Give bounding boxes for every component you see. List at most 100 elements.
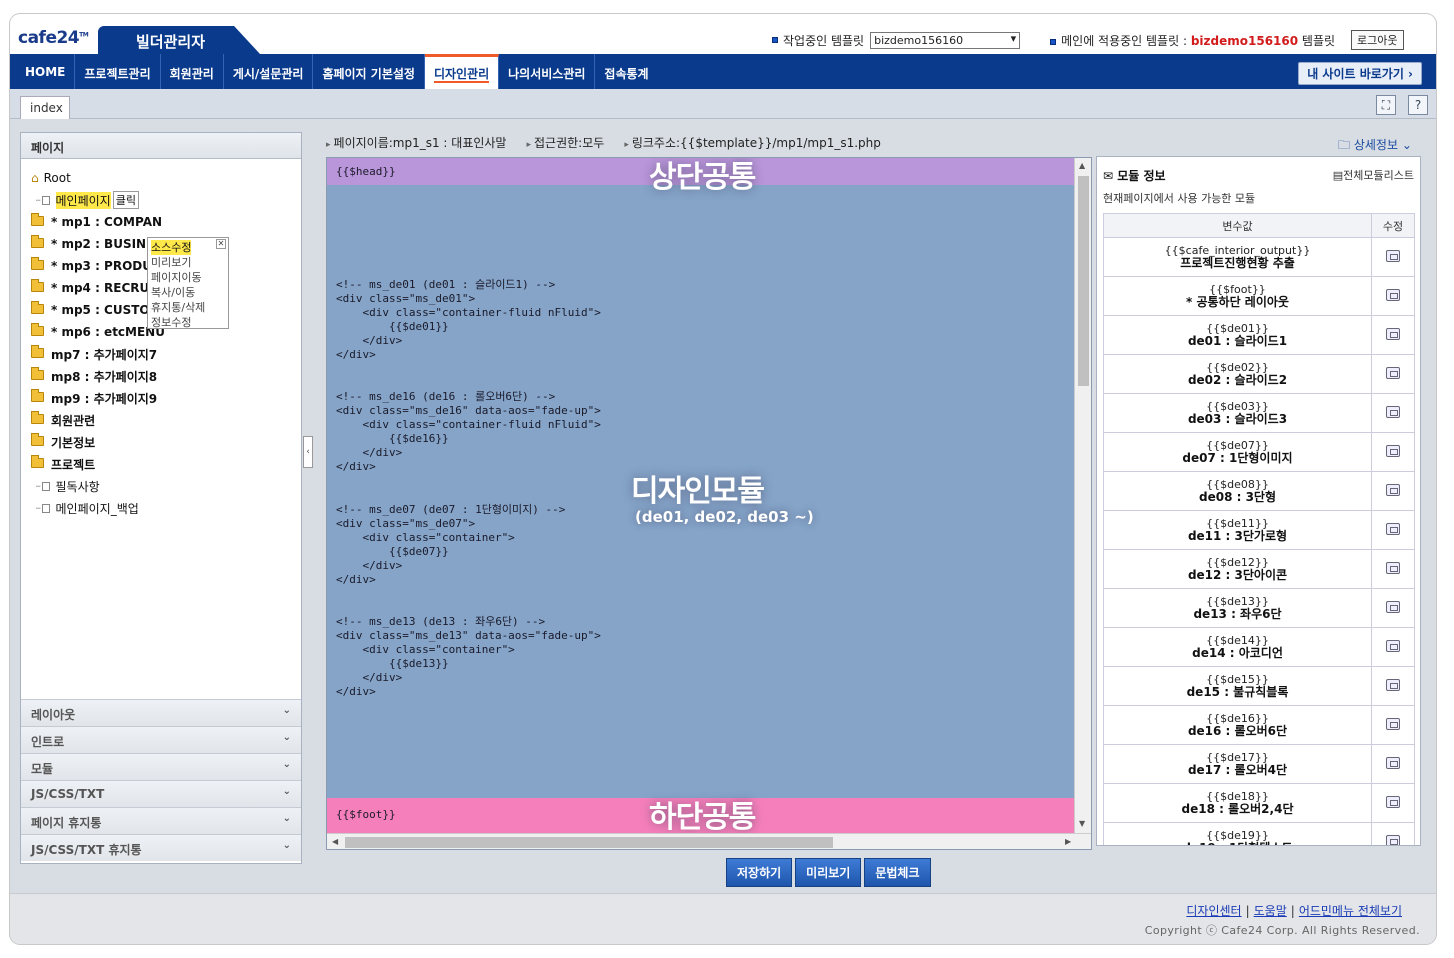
nav-design[interactable]: 디자인관리 bbox=[424, 54, 500, 89]
tree-mp1[interactable]: * mp1 : COMPAN bbox=[21, 209, 301, 231]
source-editor[interactable]: {{$head}} 상단공통 <!-- ms_de01 (de01 : 슬라이드… bbox=[326, 157, 1092, 850]
tab-index[interactable]: index bbox=[20, 96, 70, 119]
page-icon bbox=[41, 503, 50, 513]
tree-notice[interactable]: ··· 필독사항 bbox=[21, 473, 301, 495]
working-template-select[interactable]: bizdemo156160 bbox=[870, 31, 1021, 49]
bullet-icon bbox=[772, 37, 778, 43]
logout-button[interactable]: 로그아웃 bbox=[1351, 30, 1404, 50]
scroll-left-icon[interactable]: ◀ bbox=[332, 837, 338, 846]
detail-info-button[interactable]: 🗀 상세정보 ⌄ bbox=[1338, 136, 1412, 157]
nav-board[interactable]: 게시/설문관리 bbox=[224, 54, 314, 89]
close-icon[interactable]: ✕ bbox=[216, 239, 226, 249]
click-tag[interactable]: 클릭 bbox=[112, 191, 139, 209]
edit-icon[interactable] bbox=[1386, 483, 1400, 496]
edit-icon[interactable] bbox=[1386, 366, 1400, 379]
edit-icon[interactable] bbox=[1386, 600, 1400, 613]
fullscreen-icon[interactable]: ⛶ bbox=[1376, 95, 1396, 115]
tab-bar: index ⛶ ? bbox=[10, 89, 1436, 119]
tree-root[interactable]: ⌂ Root bbox=[21, 165, 301, 187]
ctx-trash-delete[interactable]: 휴지통/삭제 bbox=[151, 300, 225, 315]
tree-main-page[interactable]: ··· 메인페이지 클릭 bbox=[21, 187, 301, 209]
edit-icon[interactable] bbox=[1386, 639, 1400, 652]
edit-icon[interactable] bbox=[1386, 327, 1400, 340]
nav-my-service[interactable]: 나의서비스관리 bbox=[499, 54, 596, 89]
module-label: de12 : 3단아이콘 bbox=[1187, 568, 1288, 582]
edit-icon[interactable] bbox=[1386, 405, 1400, 418]
nav-home[interactable]: HOME bbox=[16, 54, 76, 89]
cafe24-logo[interactable]: cafe24TM bbox=[18, 28, 89, 48]
nav-project[interactable]: 프로젝트관리 bbox=[75, 54, 161, 89]
tree-main-backup[interactable]: ··· 메인페이지_백업 bbox=[21, 495, 301, 517]
module-info-title: ✉ 모듈 정보 bbox=[1103, 169, 1166, 183]
accordion-js-css-txt-trash[interactable]: JS/CSS/TXT 휴지통 ⌄ bbox=[21, 834, 301, 861]
page-icon bbox=[41, 195, 50, 205]
horizontal-scroll-thumb[interactable] bbox=[345, 837, 833, 848]
folder-icon bbox=[31, 323, 44, 336]
scroll-right-icon[interactable]: ▶ bbox=[1065, 837, 1071, 846]
footer-link-help[interactable]: 도움말 bbox=[1254, 904, 1287, 918]
module-label: de14 : 아코디언 bbox=[1192, 646, 1283, 660]
edit-icon[interactable] bbox=[1386, 717, 1400, 730]
edit-icon[interactable] bbox=[1386, 444, 1400, 457]
accordion-layout[interactable]: 레이아웃 ⌄ bbox=[21, 699, 301, 726]
horizontal-scrollbar[interactable]: ◀ ▶ bbox=[327, 833, 1091, 849]
context-menu: ✕ 소스수정 미리보기 페이지이동 복사/이동 휴지통/삭제 정보수정 bbox=[147, 237, 229, 329]
tree-basic-info[interactable]: 기본정보 bbox=[21, 429, 301, 451]
module-label: de17 : 롤오버4단 bbox=[1187, 763, 1288, 777]
footer-link-design-center[interactable]: 디자인센터 bbox=[1186, 904, 1241, 918]
edit-icon[interactable] bbox=[1386, 756, 1400, 769]
help-icon[interactable]: ? bbox=[1408, 95, 1428, 115]
ctx-edit-source[interactable]: 소스수정 bbox=[151, 240, 192, 255]
scroll-down-icon[interactable]: ▼ bbox=[1079, 819, 1085, 828]
folder-icon bbox=[31, 389, 44, 402]
go-to-site-button[interactable]: 내 사이트 바로가기 › bbox=[1298, 62, 1422, 85]
edit-icon[interactable] bbox=[1386, 834, 1400, 845]
chevron-down-icon: ⌄ bbox=[282, 732, 291, 743]
folder-icon bbox=[31, 455, 44, 468]
edit-icon[interactable] bbox=[1386, 522, 1400, 535]
edit-icon[interactable] bbox=[1386, 561, 1400, 574]
code-block-de01: <!-- ms_de01 (de01 : 슬라이드1) --> <div cla… bbox=[336, 278, 601, 361]
tree-mp9[interactable]: mp9 : 추가페이지9 bbox=[21, 385, 301, 407]
module-row: {{$de16}} de16 : 롤오버6단 bbox=[1103, 705, 1415, 745]
col-var-header: 변수값 bbox=[1103, 213, 1372, 238]
arrow-right-icon: ▸ bbox=[624, 140, 629, 150]
tree-mp8[interactable]: mp8 : 추가페이지8 bbox=[21, 363, 301, 385]
edit-icon[interactable] bbox=[1386, 678, 1400, 691]
footer-link-admin-menu[interactable]: 어드민메뉴 전체보기 bbox=[1299, 904, 1402, 918]
overlay-top-common: 상단공통 bbox=[649, 160, 756, 195]
arrow-right-icon: ▸ bbox=[526, 140, 532, 150]
chevron-down-icon: ⌄ bbox=[282, 840, 291, 851]
nav-homepage-settings[interactable]: 홈페이지 기본설정 bbox=[313, 54, 425, 89]
scroll-up-icon[interactable]: ▲ bbox=[1079, 161, 1085, 170]
tree-member[interactable]: 회원관련 bbox=[21, 407, 301, 429]
tree-project[interactable]: 프로젝트 bbox=[21, 451, 301, 473]
module-row: {{$de18}} de18 : 롤오버2,4단 bbox=[1103, 783, 1415, 823]
vertical-scroll-thumb[interactable] bbox=[1078, 176, 1089, 386]
module-row: {{$de14}} de14 : 아코디언 bbox=[1103, 627, 1415, 667]
ctx-preview[interactable]: 미리보기 bbox=[151, 255, 225, 270]
ctx-copy-move[interactable]: 복사/이동 bbox=[151, 285, 225, 300]
preview-button[interactable]: 미리보기 bbox=[795, 858, 862, 887]
accordion-js-css-txt[interactable]: JS/CSS/TXT ⌄ bbox=[21, 780, 301, 807]
save-button[interactable]: 저장하기 bbox=[726, 858, 793, 887]
working-template-label: 작업중인 템플릿 bbox=[783, 33, 865, 48]
nav-stats[interactable]: 접속통계 bbox=[595, 54, 657, 89]
accordion-page-trash[interactable]: 페이지 휴지통 ⌄ bbox=[21, 807, 301, 834]
ctx-edit-info[interactable]: 정보수정 bbox=[151, 315, 225, 330]
edit-icon[interactable] bbox=[1386, 288, 1400, 301]
ctx-move-page[interactable]: 페이지이동 bbox=[151, 270, 225, 285]
panel-splitter[interactable]: ‹ bbox=[303, 436, 313, 468]
module-label: de07 : 1단형이미지 bbox=[1182, 451, 1293, 465]
nav-member[interactable]: 회원관리 bbox=[161, 54, 224, 89]
all-modules-link[interactable]: ▤전체모듈리스트 bbox=[1333, 167, 1414, 183]
edit-icon[interactable] bbox=[1386, 795, 1400, 808]
page-name: 페이지이름:mp1_s1 : 대표인사말 bbox=[333, 136, 507, 150]
accordion-intro[interactable]: 인트로 ⌄ bbox=[21, 726, 301, 753]
edit-icon[interactable] bbox=[1386, 249, 1400, 262]
tree-mp7[interactable]: mp7 : 추가페이지7 bbox=[21, 341, 301, 363]
vertical-scrollbar[interactable]: ▲ ▼ bbox=[1074, 158, 1091, 834]
syntax-check-button[interactable]: 문법체크 bbox=[864, 858, 931, 887]
bullet-icon bbox=[1050, 38, 1057, 45]
accordion-module[interactable]: 모듈 ⌄ bbox=[21, 753, 301, 780]
